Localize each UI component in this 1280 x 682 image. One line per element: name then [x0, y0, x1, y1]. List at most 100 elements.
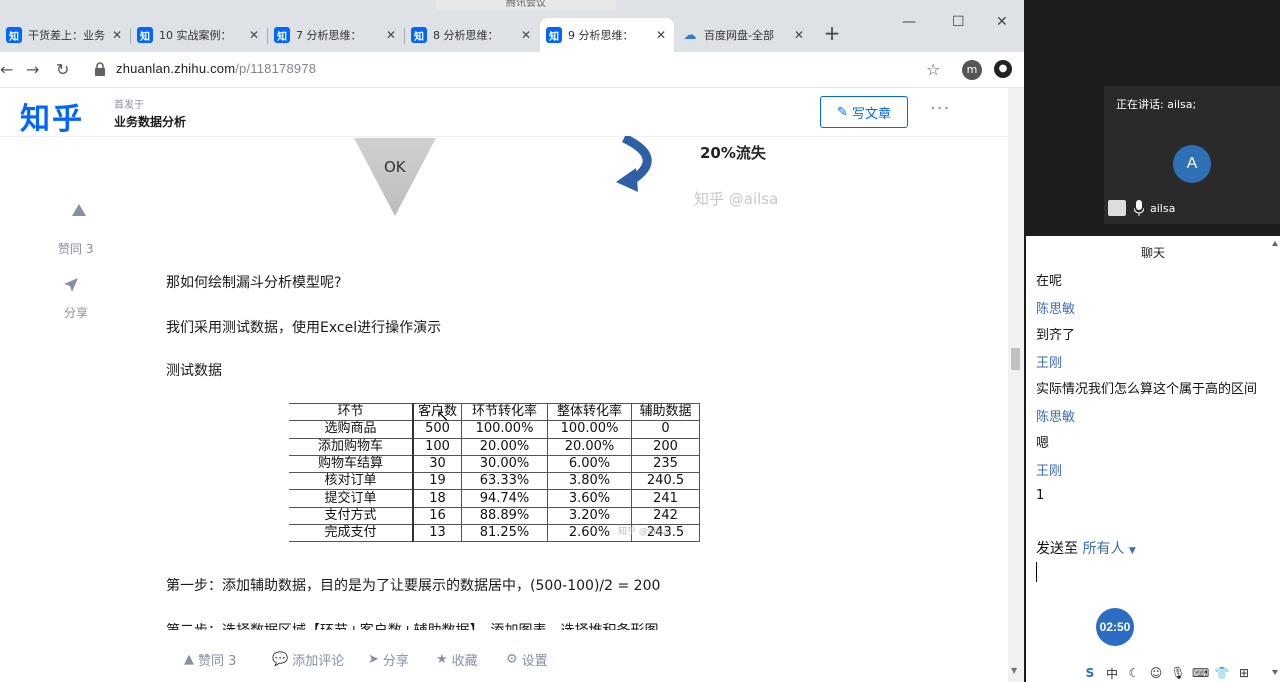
close-icon[interactable]: ✕ — [247, 28, 261, 42]
tencent-meeting-panel: 正在讲话: ailsa; A ailsa 聊天 在呢 陈思敏 到齐了 王刚 实际… — [1024, 0, 1280, 682]
video-tile[interactable]: 正在讲话: ailsa; A ailsa — [1104, 86, 1280, 224]
close-icon[interactable]: ✕ — [384, 28, 398, 42]
microphone-icon[interactable]: 🎙 — [1170, 666, 1186, 680]
like-icon: ▲ — [184, 652, 194, 667]
user-icon — [1108, 200, 1126, 216]
tab-label: 百度网盘-全部 — [704, 29, 774, 42]
chat-sender: 陈思敏 — [1036, 410, 1076, 425]
write-article-button[interactable]: ✎ 写文章 — [820, 96, 908, 128]
moon-icon[interactable]: ☾ — [1126, 666, 1142, 680]
tab-2[interactable]: 知 10 实战案例： ✕ — [131, 18, 267, 52]
funnel-data-table: 环节 客户数 环节转化率 整体转化率 辅助数据 选购商品 500 100.00%… — [289, 402, 701, 543]
scroll-down-arrow-icon[interactable]: ▼ — [1011, 666, 1017, 675]
chat-message: 在呢 — [1036, 274, 1063, 289]
close-icon[interactable]: ✕ — [519, 28, 533, 42]
zhihu-favicon-icon: 知 — [137, 27, 153, 43]
table-cell: 选购商品 — [289, 420, 414, 439]
table-cell: 200 — [631, 438, 701, 456]
chat-title: 聊天 — [1140, 246, 1165, 260]
new-tab-button[interactable]: + — [822, 23, 842, 44]
share-button[interactable]: ➤ 分享 — [368, 650, 409, 669]
scrollbar-thumb[interactable] — [1011, 348, 1020, 370]
table-cell: 3.20% — [547, 507, 633, 526]
page-scrollbar[interactable]: ▼ — [1008, 88, 1024, 682]
tab-3[interactable]: 知 7 分析思维： ✕ — [268, 18, 404, 52]
tab-1[interactable]: 知 干货差上：业务 ✕ — [0, 18, 130, 52]
maximize-icon[interactable]: ☐ — [952, 14, 965, 30]
tab-4[interactable]: 知 8 分析思维： ✕ — [405, 18, 539, 52]
side-share-label[interactable]: 分享 — [64, 304, 88, 321]
tab-bar: 腾讯会议 知 干货差上：业务 ✕ 知 10 实战案例： ✕ 知 7 分析思维： … — [0, 0, 1024, 52]
close-window-icon[interactable]: ✕ — [996, 14, 1008, 30]
cloud-icon: ☁ — [683, 27, 697, 43]
minimize-icon[interactable]: — — [902, 14, 916, 30]
chat-message: 1 — [1036, 488, 1045, 503]
meeting-floating-bar[interactable]: 腾讯会议 — [436, 0, 616, 10]
table-header: 环节 — [289, 402, 414, 422]
table-header: 环节转化率 — [461, 402, 549, 422]
profile-avatar[interactable]: m — [962, 60, 982, 80]
table-header: 辅助数据 — [631, 402, 701, 422]
table-cell: 3.80% — [547, 472, 633, 491]
figure-loss-label: 20%流失 — [700, 144, 766, 162]
table-cell: 20.00% — [461, 438, 549, 456]
system-tray: S 中 ☾ ☺ 🎙 ⌨ 👕 ⊞ — [1082, 664, 1280, 682]
chat-input-caret[interactable] — [1036, 562, 1037, 582]
table-cell: 240.5 — [631, 472, 701, 491]
address-bar: ← → ↻ zhuanlan.zhihu.com/p/118178978 ☆ m… — [0, 52, 1024, 88]
lock-icon — [95, 62, 105, 76]
image-watermark: 知乎 @ailsa — [694, 190, 779, 208]
favorite-button[interactable]: ★ 收藏 — [436, 650, 478, 669]
tab-6[interactable]: ☁ 百度网盘-全部 ✕ — [676, 18, 812, 52]
close-icon[interactable]: ✕ — [110, 28, 124, 42]
chat-scrollbar[interactable] — [1270, 240, 1280, 680]
url-field[interactable]: zhuanlan.zhihu.com/p/118178978 — [116, 61, 316, 76]
settings-button[interactable]: ⚙ 设置 — [506, 650, 548, 669]
avatar: A — [1173, 145, 1211, 183]
back-icon[interactable]: ← — [0, 60, 13, 79]
like-button[interactable]: ▲ 赞同 3 — [184, 650, 236, 669]
send-to-selector[interactable]: 发送至 所有人 ▼ — [1036, 538, 1136, 558]
chat-message: 实际情况我们怎么算这个属于高的区间 — [1036, 382, 1258, 397]
extension-icon[interactable]: ● — [994, 60, 1012, 78]
table-cell: 30.00% — [461, 455, 549, 474]
chat-sender: 陈思敏 — [1036, 302, 1076, 317]
chat-sender: 王刚 — [1036, 464, 1063, 479]
ime-language-label[interactable]: 中 — [1104, 665, 1120, 682]
tab-label: 10 实战案例： — [159, 29, 232, 42]
reload-icon[interactable]: ↻ — [56, 60, 69, 79]
more-icon[interactable]: ··· — [930, 98, 950, 119]
star-icon: ★ — [436, 652, 448, 667]
recording-timer[interactable]: 02:50 — [1096, 608, 1134, 646]
share-icon[interactable] — [64, 278, 78, 292]
ime-s-icon[interactable]: S — [1082, 666, 1098, 680]
table-cell: 235 — [631, 455, 701, 474]
mouse-cursor-icon: ↖ — [436, 406, 450, 425]
close-icon[interactable]: ✕ — [654, 28, 668, 42]
table-header: 整体转化率 — [547, 402, 633, 422]
emoji-icon[interactable]: ☺ — [1148, 666, 1164, 680]
article-paragraph: 第一步：添加辅助数据，目的是为了让要展示的数据居中，(500-100)/2 = … — [166, 578, 661, 594]
side-like-icon[interactable] — [68, 204, 90, 220]
zhihu-favicon-icon: 知 — [546, 27, 562, 43]
comment-button[interactable]: 💬 添加评论 — [272, 650, 344, 669]
chat-message: 到齐了 — [1036, 328, 1076, 343]
bookmark-star-icon[interactable]: ☆ — [926, 60, 940, 79]
chat-message: 嗯 — [1036, 436, 1050, 451]
column-title[interactable]: 业务数据分析 — [114, 113, 186, 130]
grid-icon[interactable]: ⊞ — [1236, 666, 1252, 680]
tab-5-active[interactable]: 知 9 分析思维： ✕ — [540, 18, 674, 52]
table-cell: 30 — [412, 455, 463, 474]
keyboard-icon[interactable]: ⌨ — [1192, 666, 1209, 680]
table-cell: 18 — [412, 489, 463, 508]
tab-label: 8 分析思维： — [433, 29, 499, 42]
table-cell: 13 — [412, 524, 463, 543]
forward-icon[interactable]: → — [26, 60, 39, 79]
table-cell: 63.33% — [461, 472, 549, 491]
table-watermark: 知乎 @ailsa — [618, 527, 669, 537]
side-like-count[interactable]: 赞同 3 — [58, 240, 93, 257]
shirt-icon[interactable]: 👕 — [1214, 666, 1230, 680]
table-cell: 完成支付 — [289, 524, 414, 543]
zhihu-logo[interactable]: 知乎 — [20, 94, 84, 138]
close-icon[interactable]: ✕ — [792, 28, 806, 42]
